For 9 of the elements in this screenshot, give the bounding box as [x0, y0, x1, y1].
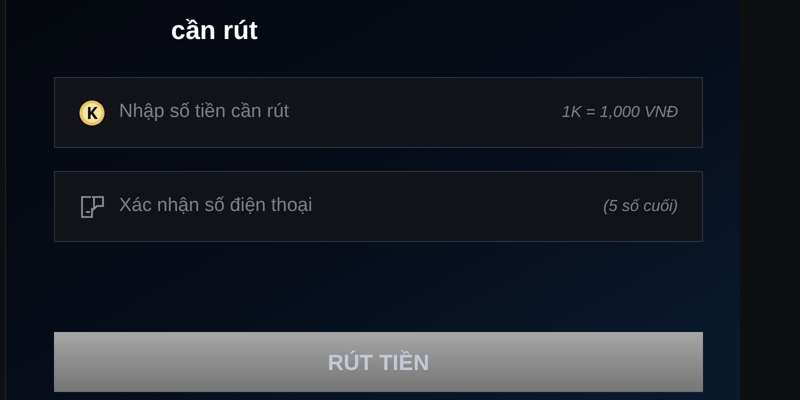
- page-title: cần rút: [171, 14, 258, 47]
- field-hint: 1K = 1,000 VNĐ: [562, 102, 678, 122]
- text-input[interactable]: Nhập số tiền cần rút: [119, 98, 548, 127]
- phone-chat-icon: [79, 194, 105, 220]
- field-hint: (5 số cuối): [603, 196, 678, 216]
- amount-field[interactable]: Xác nhận số điện thoại (5 số cuối): [54, 171, 703, 242]
- text-input[interactable]: Xác nhận số điện thoại: [119, 192, 590, 221]
- amount-field[interactable]: Nhập số tiền cần rút 1K = 1,000 VNĐ: [54, 77, 703, 148]
- coin-icon: [79, 100, 105, 126]
